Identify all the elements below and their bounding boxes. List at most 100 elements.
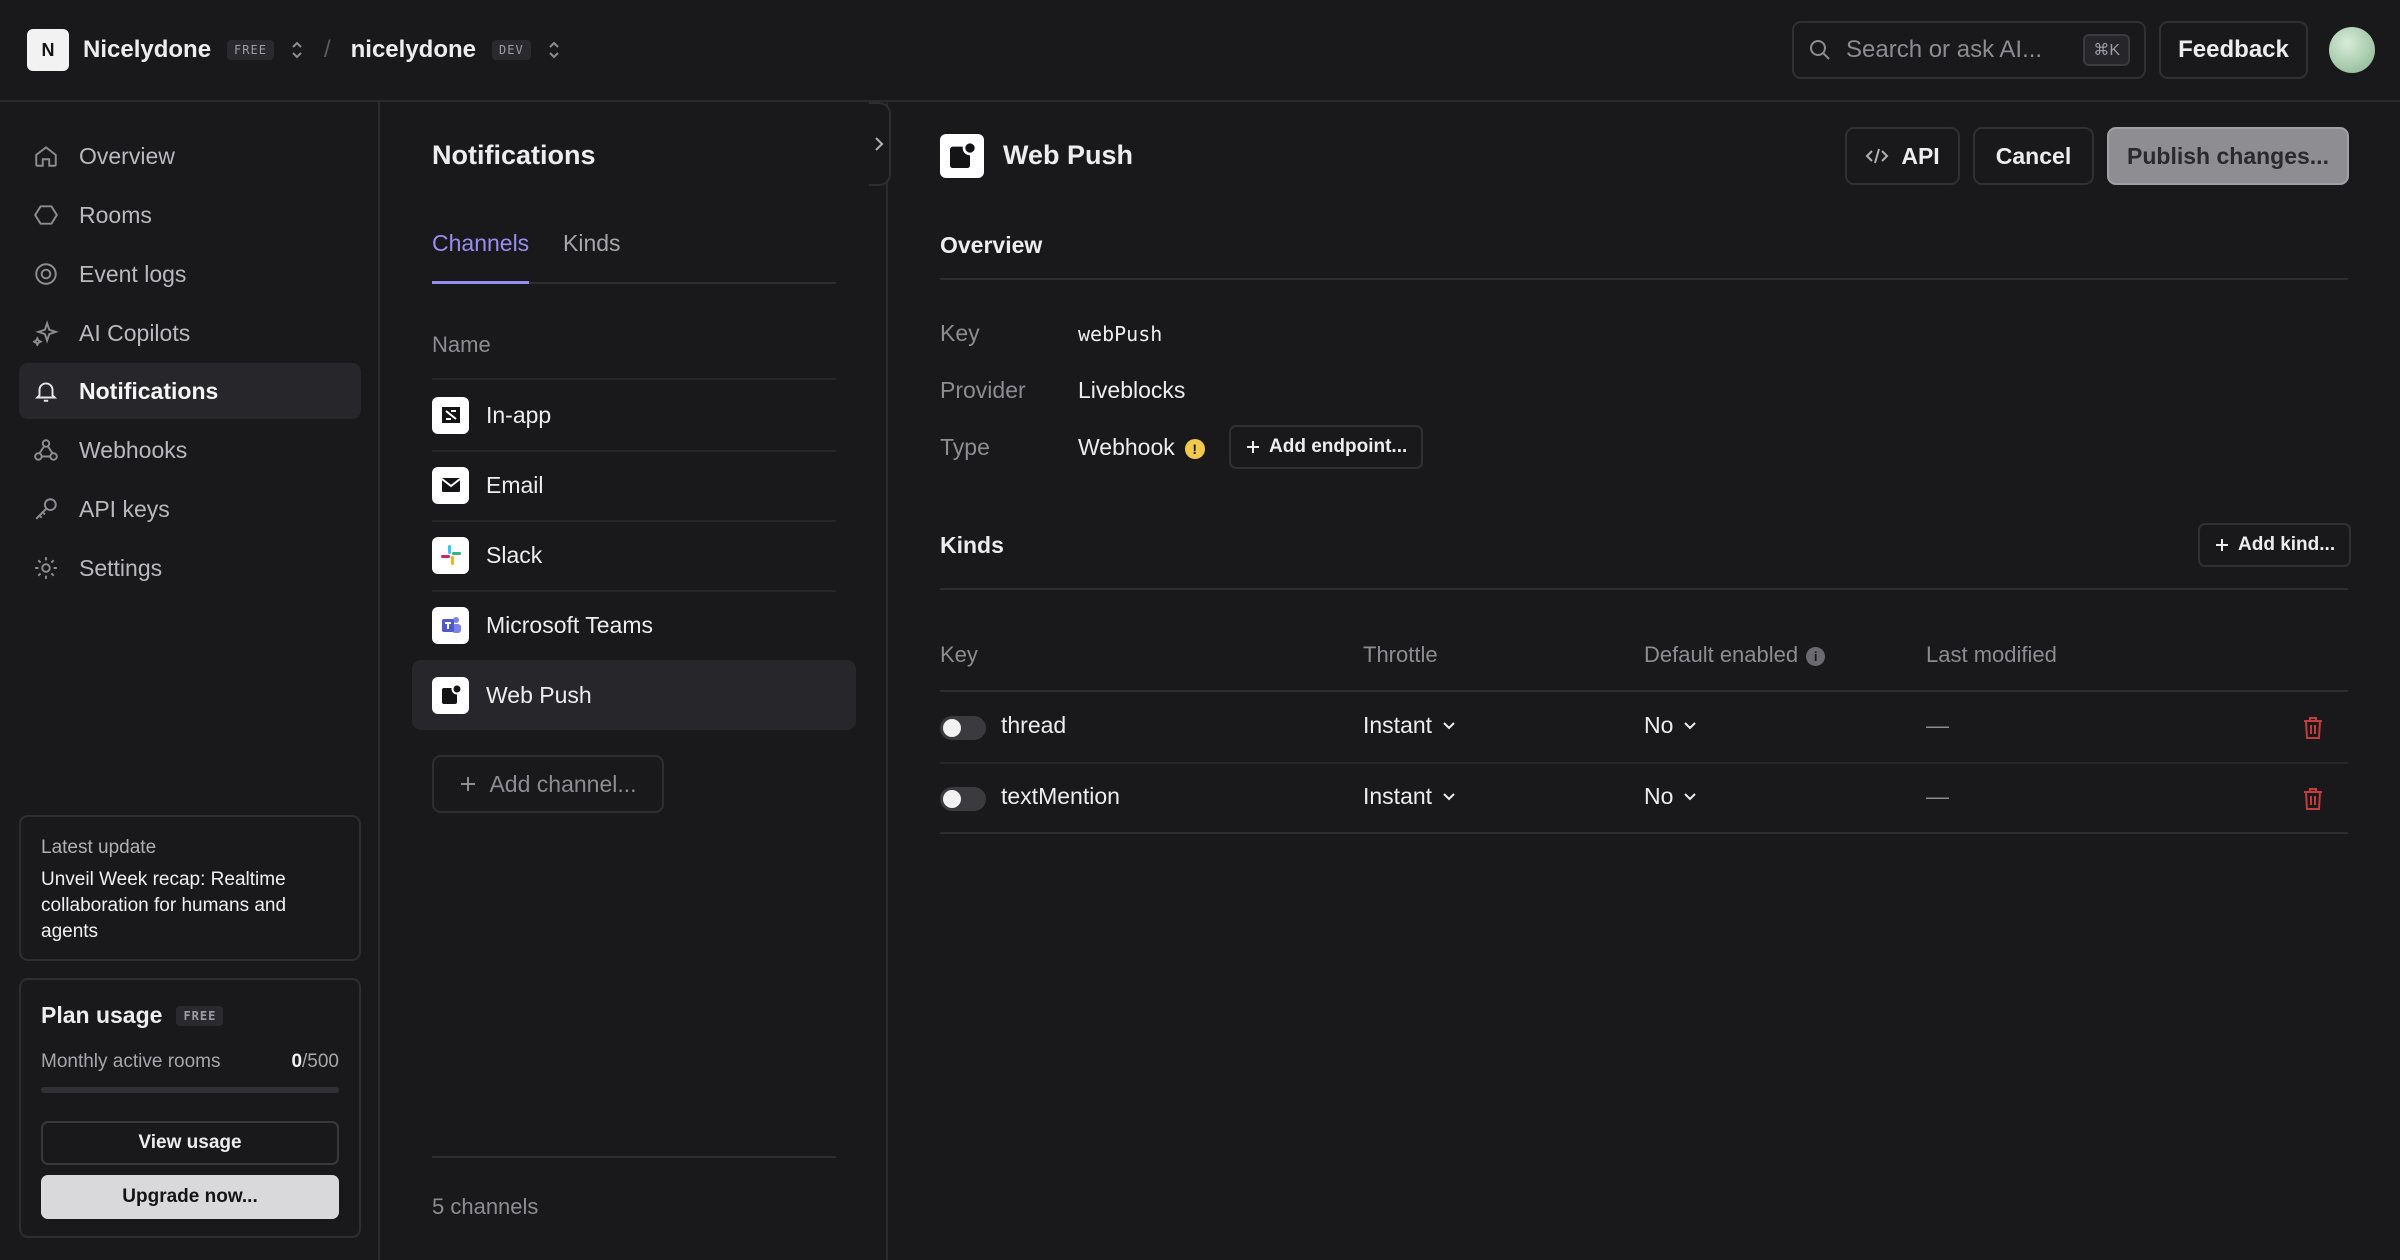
column-header-default-enabled[interactable]: Default enabled i — [1644, 642, 1826, 668]
plus-icon — [459, 775, 477, 793]
webhook-icon — [33, 437, 59, 463]
avatar[interactable] — [2329, 27, 2375, 73]
channel-row-slack[interactable]: Slack — [412, 520, 856, 590]
home-icon — [33, 143, 59, 169]
trash-icon[interactable] — [2302, 716, 2324, 740]
type-value: Webhook! — [1078, 434, 1205, 461]
channel-row-in-app[interactable]: In-app — [412, 380, 856, 450]
channel-name: Email — [486, 471, 544, 498]
column-header-throttle[interactable]: Throttle — [1363, 642, 1438, 668]
target-icon — [33, 261, 59, 287]
view-usage-button[interactable]: View usage — [41, 1121, 339, 1165]
search-placeholder: Search or ask AI... — [1846, 36, 2043, 63]
default-enabled-select[interactable]: No — [1644, 783, 1697, 810]
channel-row-web-push[interactable]: Web Push — [412, 660, 856, 730]
project-env-badge: DEV — [492, 40, 531, 60]
detail-title: Web Push — [1003, 140, 1134, 170]
usage-count: 0/500 — [291, 1051, 339, 1072]
last-modified-value: — — [1926, 712, 1949, 738]
sparkle-icon — [33, 320, 59, 346]
info-icon[interactable]: i — [1806, 646, 1826, 666]
channel-row-microsoft-teams[interactable]: Microsoft Teams — [412, 590, 856, 660]
channel-name: Web Push — [486, 681, 592, 708]
org-logo[interactable]: N — [27, 29, 69, 71]
channel-row-email[interactable]: Email — [412, 450, 856, 520]
sidebar-item-label: Notifications — [79, 377, 219, 404]
default-enabled-label: Default enabled — [1644, 642, 1799, 667]
plan-usage-card: Plan usage FREE Monthly active rooms 0/5… — [19, 978, 361, 1238]
tab-kinds[interactable]: Kinds — [563, 230, 621, 284]
bell-icon — [33, 378, 59, 404]
sidebar-item-api-keys[interactable]: API keys — [19, 481, 361, 537]
throttle-select[interactable]: Instant — [1363, 783, 1456, 810]
project-switcher-icon[interactable] — [547, 40, 561, 60]
warning-icon[interactable]: ! — [1184, 438, 1205, 459]
code-icon — [1865, 146, 1889, 166]
overview-heading: Overview — [940, 232, 1043, 258]
plan-usage-title: Plan usage — [41, 1002, 163, 1028]
sidebar-item-event-logs[interactable]: Event logs — [19, 246, 361, 302]
sidebar-item-notifications[interactable]: Notifications — [19, 363, 361, 419]
channel-detail: Web Push API Cancel Publish changes... O… — [888, 102, 2400, 1260]
key-value: webPush — [1078, 322, 1163, 346]
teams-icon — [432, 606, 469, 644]
default-enabled-select[interactable]: No — [1644, 712, 1697, 739]
sidebar-item-webhooks[interactable]: Webhooks — [19, 422, 361, 478]
webpush-icon — [940, 134, 984, 178]
latest-update-label: Latest update — [41, 837, 157, 858]
column-header-name[interactable]: Name — [432, 332, 491, 358]
channel-name: Microsoft Teams — [486, 611, 654, 638]
project-name[interactable]: nicelydone — [351, 36, 476, 64]
sidebar-item-label: Webhooks — [79, 436, 188, 463]
add-channel-label: Add channel... — [489, 770, 637, 797]
kind-enabled-toggle[interactable] — [940, 787, 986, 811]
column-header-last-modified[interactable]: Last modified — [1926, 642, 2057, 668]
kind-key: thread — [1001, 712, 1067, 738]
cancel-button[interactable]: Cancel — [1973, 127, 2094, 185]
latest-update-card[interactable]: Latest update Unveil Week recap: Realtim… — [19, 815, 361, 961]
org-switcher-icon[interactable] — [290, 40, 304, 60]
publish-button[interactable]: Publish changes... — [2107, 127, 2349, 185]
inapp-icon — [432, 396, 469, 434]
sidebar-item-label: Rooms — [79, 201, 152, 228]
throttle-select[interactable]: Instant — [1363, 712, 1456, 739]
throttle-value: Instant — [1363, 783, 1433, 809]
add-endpoint-label: Add endpoint... — [1269, 436, 1408, 457]
envelope-icon — [432, 466, 469, 504]
key-icon — [33, 496, 59, 522]
add-kind-button[interactable]: Add kind... — [2198, 523, 2352, 567]
trash-icon[interactable] — [2302, 787, 2324, 811]
search-input[interactable]: Search or ask AI... ⌘K — [1792, 21, 2146, 79]
add-endpoint-button[interactable]: Add endpoint... — [1229, 425, 1424, 469]
add-kind-label: Add kind... — [2238, 534, 2336, 555]
column-header-key[interactable]: Key — [940, 642, 978, 668]
feedback-button[interactable]: Feedback — [2159, 21, 2308, 79]
key-label: Key — [940, 320, 980, 346]
latest-update-text[interactable]: Unveil Week recap: Realtime collaboratio… — [41, 867, 339, 945]
sidebar-item-label: AI Copilots — [79, 319, 191, 346]
throttle-value: Instant — [1363, 712, 1433, 738]
org-plan-badge: FREE — [227, 40, 274, 60]
sidebar-item-ai-copilots[interactable]: AI Copilots — [19, 305, 361, 361]
sidebar-item-label: Settings — [79, 554, 163, 581]
panel-title: Notifications — [432, 140, 596, 170]
provider-label: Provider — [940, 377, 1026, 403]
kinds-heading: Kinds — [940, 532, 1004, 558]
add-channel-button[interactable]: Add channel... — [432, 755, 664, 813]
sidebar-item-rooms[interactable]: Rooms — [19, 187, 361, 243]
upgrade-button[interactable]: Upgrade now... — [41, 1175, 339, 1219]
api-button[interactable]: API — [1845, 127, 1960, 185]
slack-icon — [432, 536, 469, 574]
usage-progress-bar — [41, 1087, 339, 1093]
plan-badge: FREE — [176, 1005, 224, 1026]
kind-key: textMention — [1001, 783, 1120, 809]
breadcrumb-separator: / — [323, 36, 331, 63]
org-name[interactable]: Nicelydone — [83, 36, 211, 64]
webpush-icon — [432, 676, 469, 714]
type-label: Type — [940, 434, 990, 460]
kind-enabled-toggle[interactable] — [940, 716, 986, 740]
tab-channels[interactable]: Channels — [432, 230, 530, 284]
sidebar-item-overview[interactable]: Overview — [19, 128, 361, 184]
sidebar-item-settings[interactable]: Settings — [19, 540, 361, 596]
plus-icon — [2214, 537, 2230, 553]
